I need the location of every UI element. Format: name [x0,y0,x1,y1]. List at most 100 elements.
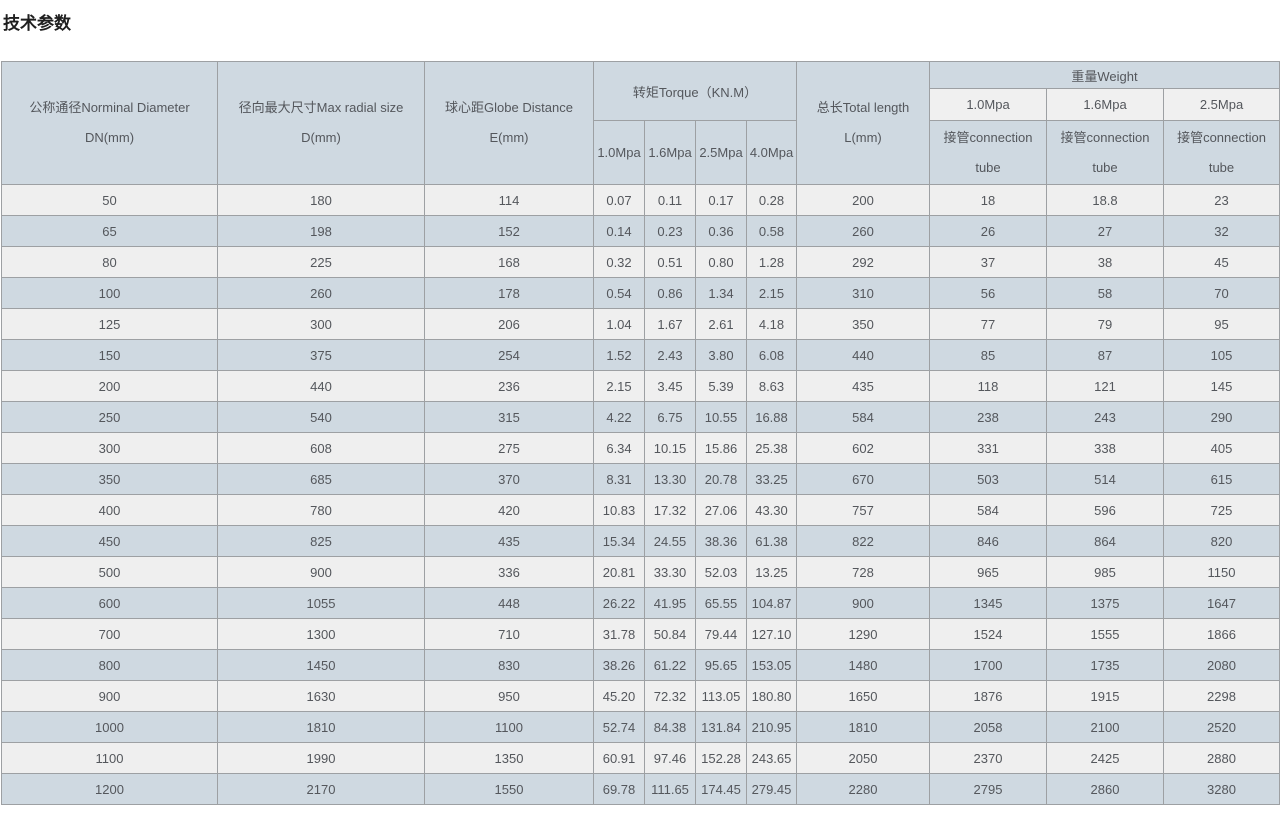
table-cell: 0.51 [645,247,696,278]
table-cell: 1524 [930,619,1047,650]
table-cell: 16.88 [747,402,797,433]
header-line: tube [930,153,1046,183]
header-weight-title: 重量Weight [930,62,1280,89]
table-cell: 1810 [218,712,425,743]
table-cell: 1290 [797,619,930,650]
table-cell: 1375 [1047,588,1164,619]
table-cell: 0.86 [645,278,696,309]
table-cell: 440 [218,371,425,402]
table-cell: 420 [425,495,594,526]
table-cell: 846 [930,526,1047,557]
table-cell: 435 [425,526,594,557]
table-cell: 370 [425,464,594,495]
table-cell: 0.80 [696,247,747,278]
table-cell: 331 [930,433,1047,464]
table-cell: 145 [1164,371,1280,402]
table-cell: 260 [797,216,930,247]
table-row: 3506853708.3113.3020.7833.25670503514615 [2,464,1280,495]
table-cell: 25.38 [747,433,797,464]
table-cell: 33.30 [645,557,696,588]
table-cell: 52.74 [594,712,645,743]
table-cell: 8.31 [594,464,645,495]
table-cell: 1876 [930,681,1047,712]
page-title: 技术参数 [3,14,1280,34]
table-row: 600105544826.2241.9565.55104.87900134513… [2,588,1280,619]
table-cell: 200 [2,371,218,402]
table-cell: 2050 [797,743,930,774]
table-cell: 121 [1047,371,1164,402]
table-cell: 15.34 [594,526,645,557]
table-cell: 238 [930,402,1047,433]
table-cell: 95.65 [696,650,747,681]
table-cell: 61.38 [747,526,797,557]
table-cell: 279.45 [747,774,797,805]
table-cell: 1647 [1164,588,1280,619]
table-cell: 127.10 [747,619,797,650]
table-cell: 0.07 [594,185,645,216]
table-cell: 6.75 [645,402,696,433]
table-cell: 210.95 [747,712,797,743]
table-cell: 864 [1047,526,1164,557]
table-row: 50090033620.8133.3052.0313.2572896598511… [2,557,1280,588]
table-cell: 820 [1164,526,1280,557]
table-row: 12002170155069.78111.65174.45279.4522802… [2,774,1280,805]
table-cell: 56 [930,278,1047,309]
table-cell: 1.04 [594,309,645,340]
table-cell: 514 [1047,464,1164,495]
table-cell: 400 [2,495,218,526]
table-cell: 985 [1047,557,1164,588]
table-cell: 350 [2,464,218,495]
table-cell: 50.84 [645,619,696,650]
table-cell: 1810 [797,712,930,743]
header-line: 接管connection [1164,123,1279,153]
table-cell: 26.22 [594,588,645,619]
table-cell: 84.38 [645,712,696,743]
table-cell: 1555 [1047,619,1164,650]
table-cell: 50 [2,185,218,216]
header-connection-tube: 接管connection tube [930,121,1047,185]
header-line: 总长Total length [797,93,929,123]
table-cell: 1345 [930,588,1047,619]
table-cell: 41.95 [645,588,696,619]
table-cell: 0.36 [696,216,747,247]
table-cell: 830 [425,650,594,681]
table-cell: 1100 [425,712,594,743]
table-cell: 615 [1164,464,1280,495]
page: 技术参数 公称通径Norminal Diameter DN(mm) 径向最大尺寸 [0,0,1280,823]
table-cell: 1.34 [696,278,747,309]
table-cell: 825 [218,526,425,557]
table-cell: 206 [425,309,594,340]
table-row: 802251680.320.510.801.28292373845 [2,247,1280,278]
table-cell: 180.80 [747,681,797,712]
table-cell: 118 [930,371,1047,402]
table-cell: 168 [425,247,594,278]
table-cell: 1350 [425,743,594,774]
table-cell: 79 [1047,309,1164,340]
table-cell: 2280 [797,774,930,805]
table-cell: 178 [425,278,594,309]
table-cell: 20.81 [594,557,645,588]
table-cell: 350 [797,309,930,340]
table-cell: 1990 [218,743,425,774]
table-cell: 780 [218,495,425,526]
table-cell: 584 [930,495,1047,526]
header-torque-pressure-4.0mpa: 4.0Mpa [747,121,797,185]
table-row: 10001810110052.7484.38131.84210.95181020… [2,712,1280,743]
table-row: 1503752541.522.433.806.084408587105 [2,340,1280,371]
header-line: tube [1047,153,1163,183]
table-cell: 104.87 [747,588,797,619]
table-cell: 900 [797,588,930,619]
table-cell: 97.46 [645,743,696,774]
table-cell: 65 [2,216,218,247]
table-cell: 435 [797,371,930,402]
table-cell: 2100 [1047,712,1164,743]
table-cell: 174.45 [696,774,747,805]
table-cell: 33.25 [747,464,797,495]
table-row: 1002601780.540.861.342.15310565870 [2,278,1280,309]
table-cell: 150 [2,340,218,371]
table-cell: 113.05 [696,681,747,712]
table-cell: 503 [930,464,1047,495]
table-cell: 3.45 [645,371,696,402]
table-cell: 2425 [1047,743,1164,774]
table-cell: 600 [2,588,218,619]
